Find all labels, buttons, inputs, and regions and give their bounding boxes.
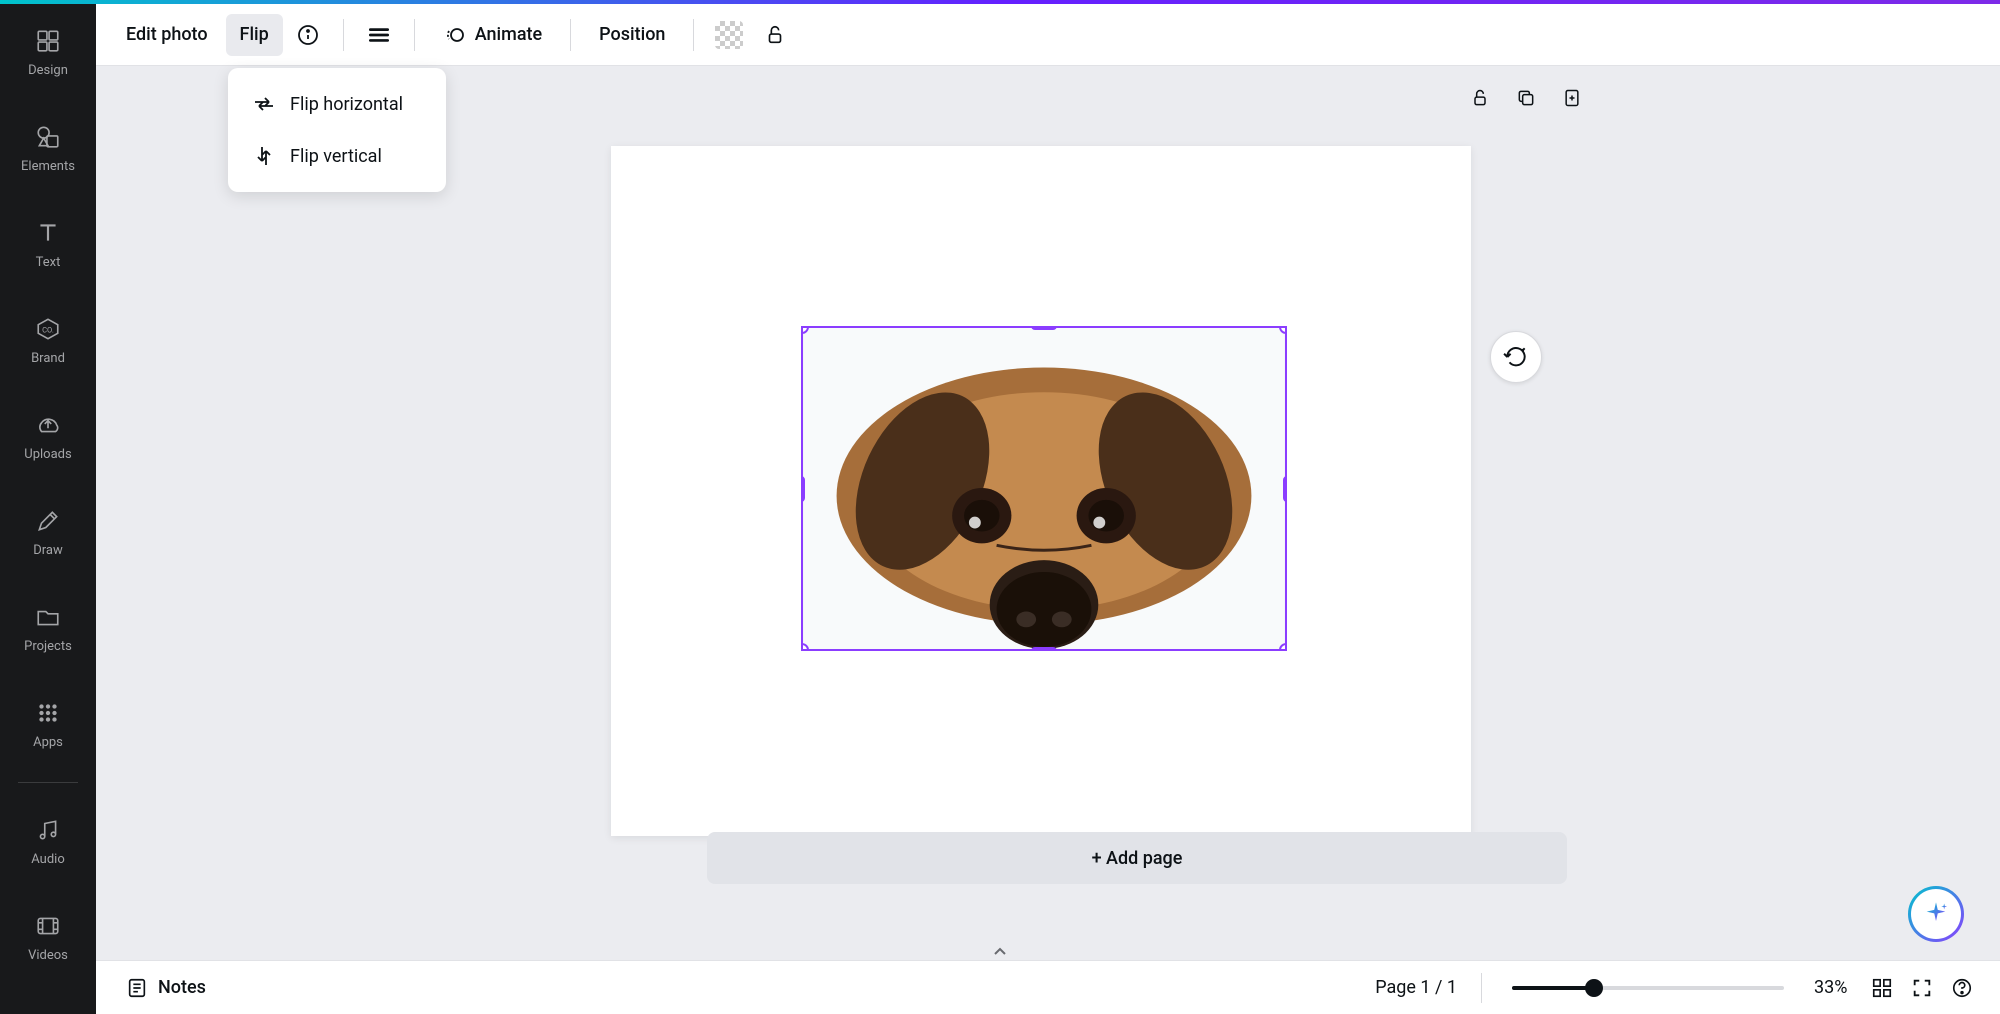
- duplicate-icon: [1516, 88, 1536, 108]
- toolbar-divider: [343, 19, 344, 51]
- magic-rewrite-button[interactable]: [1490, 331, 1542, 383]
- sparkle-icon: [1922, 900, 1950, 928]
- sidebar-label: Uploads: [24, 447, 71, 462]
- transparency-button[interactable]: [708, 14, 750, 56]
- notes-button[interactable]: Notes: [114, 969, 218, 1007]
- resize-handle-right[interactable]: [1283, 476, 1287, 502]
- edit-photo-button[interactable]: Edit photo: [112, 14, 222, 56]
- resize-handle-left[interactable]: [801, 476, 805, 502]
- sidebar-label: Apps: [33, 735, 63, 750]
- flip-horizontal-label: Flip horizontal: [290, 94, 403, 115]
- flip-vertical-label: Flip vertical: [290, 146, 382, 167]
- toolbar-divider: [693, 19, 694, 51]
- sidebar-item-brand[interactable]: CO. Brand: [0, 292, 96, 388]
- flip-button[interactable]: Flip: [226, 14, 283, 56]
- fullscreen-icon: [1911, 977, 1933, 999]
- sidebar-label: Projects: [24, 639, 72, 654]
- animate-button[interactable]: Animate: [429, 14, 556, 56]
- top-gradient-bar: [0, 0, 2000, 4]
- resize-handle-bottom[interactable]: [1031, 647, 1057, 651]
- selected-image-element[interactable]: [801, 326, 1287, 651]
- lock-page-button[interactable]: [1460, 78, 1500, 118]
- zoom-percentage[interactable]: 33%: [1802, 969, 1862, 1006]
- sidebar-item-draw[interactable]: Draw: [0, 484, 96, 580]
- context-toolbar: Edit photo Flip Animate Position: [96, 4, 2000, 66]
- uploads-icon: [34, 411, 62, 439]
- bottom-bar: Notes Page 1 / 1 33%: [96, 960, 2000, 1014]
- sidebar-label: Text: [36, 255, 61, 270]
- canvas-area: + Add page: [96, 66, 2000, 960]
- sidebar-item-text[interactable]: Text: [0, 196, 96, 292]
- zoom-slider-fill: [1512, 986, 1594, 990]
- lock-open-icon: [1470, 88, 1490, 108]
- sidebar-item-elements[interactable]: Elements: [0, 100, 96, 196]
- sidebar-item-design[interactable]: Design: [0, 4, 96, 100]
- add-page-above-button[interactable]: [1552, 78, 1592, 118]
- resize-handle-br[interactable]: [1279, 643, 1287, 651]
- flip-vertical-item[interactable]: Flip vertical: [238, 130, 436, 182]
- transparency-icon: [715, 21, 743, 49]
- help-button[interactable]: [1942, 968, 1982, 1008]
- toolbar-divider: [570, 19, 571, 51]
- rewrite-icon: [1503, 344, 1529, 370]
- page-canvas[interactable]: [611, 146, 1471, 836]
- lock-open-icon: [764, 24, 786, 46]
- expand-timeline-tab[interactable]: [970, 944, 1030, 960]
- list-button[interactable]: [358, 14, 400, 56]
- grid-icon: [1871, 977, 1893, 999]
- projects-icon: [34, 603, 62, 631]
- sidebar-label: Videos: [28, 948, 68, 963]
- svg-text:CO.: CO.: [42, 325, 54, 334]
- sidebar-divider: [18, 782, 78, 783]
- bottombar-divider: [1481, 973, 1482, 1003]
- sidebar-label: Brand: [31, 351, 65, 366]
- sidebar-item-apps[interactable]: Apps: [0, 676, 96, 772]
- sidebar-label: Design: [28, 63, 68, 78]
- draw-icon: [34, 507, 62, 535]
- notes-icon: [126, 977, 148, 999]
- fullscreen-button[interactable]: [1902, 968, 1942, 1008]
- position-button[interactable]: Position: [585, 14, 679, 56]
- sidebar-label: Elements: [21, 159, 75, 174]
- design-icon: [34, 27, 62, 55]
- dog-photo: [803, 328, 1285, 649]
- add-page-button[interactable]: + Add page: [707, 832, 1567, 884]
- animate-icon: [443, 23, 467, 47]
- notes-label: Notes: [158, 977, 206, 998]
- sidebar-item-projects[interactable]: Projects: [0, 580, 96, 676]
- duplicate-page-button[interactable]: [1506, 78, 1546, 118]
- toolbar-divider: [414, 19, 415, 51]
- canvas-actions: [1460, 78, 1592, 118]
- zoom-slider[interactable]: [1512, 986, 1784, 990]
- zoom-slider-thumb[interactable]: [1585, 979, 1603, 997]
- list-icon: [366, 22, 392, 48]
- page-indicator[interactable]: Page 1 / 1: [1363, 969, 1469, 1006]
- brand-icon: CO.: [34, 315, 62, 343]
- grid-view-button[interactable]: [1862, 968, 1902, 1008]
- sidebar-label: Audio: [31, 852, 64, 867]
- info-button[interactable]: [287, 14, 329, 56]
- flip-horizontal-icon: [252, 92, 276, 116]
- flip-vertical-icon: [252, 144, 276, 168]
- sidebar: Design Elements Text CO. Brand Uploads D…: [0, 4, 96, 1014]
- sidebar-item-audio[interactable]: Audio: [0, 793, 96, 889]
- elements-icon: [34, 123, 62, 151]
- chevron-up-icon: [993, 947, 1007, 957]
- ai-assistant-fab[interactable]: [1908, 886, 1964, 942]
- sidebar-label: Draw: [33, 543, 63, 558]
- resize-handle-top[interactable]: [1031, 326, 1057, 330]
- info-icon: [296, 23, 320, 47]
- sidebar-item-videos[interactable]: Videos: [0, 889, 96, 985]
- text-icon: [34, 219, 62, 247]
- flip-dropdown: Flip horizontal Flip vertical: [228, 68, 446, 192]
- apps-icon: [34, 699, 62, 727]
- audio-icon: [34, 816, 62, 844]
- help-icon: [1951, 977, 1973, 999]
- videos-icon: [34, 912, 62, 940]
- sidebar-item-uploads[interactable]: Uploads: [0, 388, 96, 484]
- page-plus-icon: [1562, 88, 1582, 108]
- flip-horizontal-item[interactable]: Flip horizontal: [238, 78, 436, 130]
- animate-label: Animate: [475, 24, 542, 45]
- lock-button[interactable]: [754, 14, 796, 56]
